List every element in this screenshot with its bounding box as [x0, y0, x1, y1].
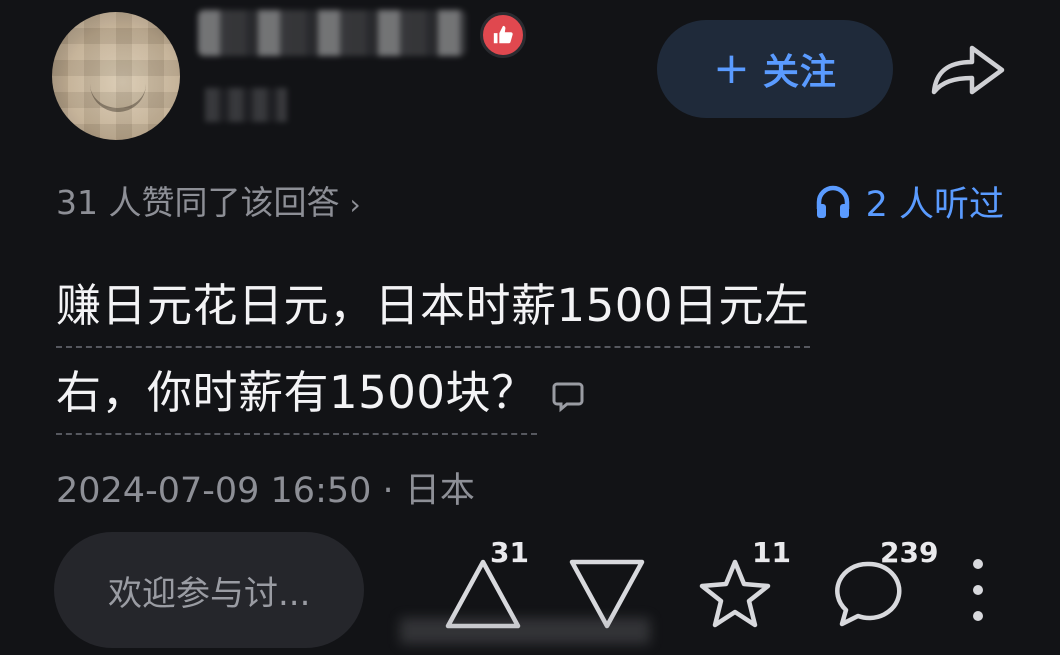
- follow-button[interactable]: + 关注: [657, 20, 893, 118]
- more-vertical-icon[interactable]: [960, 556, 996, 624]
- follow-label: 关注: [762, 52, 837, 93]
- author-name-blurred[interactable]: [198, 10, 466, 56]
- headphones-icon: [816, 185, 849, 218]
- listen-count[interactable]: 2 人听过: [814, 176, 1004, 227]
- watermark-blurred: [400, 618, 650, 644]
- thumbs-up-icon: [480, 12, 526, 58]
- comment-input[interactable]: 欢迎参与讨...: [54, 532, 364, 648]
- answer-line-1: 赚日元花日元，日本时薪1500日元左: [56, 266, 810, 348]
- avatar[interactable]: [52, 12, 180, 140]
- share-arrow-icon[interactable]: [928, 40, 1008, 100]
- plus-icon: +: [713, 43, 751, 94]
- author-subtitle-blurred: [205, 88, 287, 122]
- agree-count-text: 31 人赞同了该回答: [56, 183, 340, 222]
- post-location: 日本: [404, 471, 475, 511]
- comment-count: 239: [880, 536, 939, 569]
- timestamp: 2024-07-09 16:50 · 日本: [56, 462, 475, 513]
- upvote-count: 31: [490, 536, 529, 569]
- post-datetime: 2024-07-09 16:50: [56, 471, 372, 511]
- star-count: 11: [752, 536, 791, 569]
- separator-dot: ·: [382, 471, 394, 511]
- listen-count-text: 2 人听过: [865, 185, 1004, 225]
- answer-content[interactable]: 赚日元花日元，日本时薪1500日元左 右，你时薪有1500块？: [56, 262, 1006, 436]
- agree-count-link[interactable]: 31 人赞同了该回答 ›: [56, 176, 361, 224]
- comment-input-placeholder: 欢迎参与讨...: [108, 573, 311, 614]
- chevron-right-icon: ›: [349, 188, 361, 221]
- comment-bubble-icon[interactable]: [551, 379, 585, 413]
- answer-line-2: 右，你时薪有1500块？: [56, 353, 537, 435]
